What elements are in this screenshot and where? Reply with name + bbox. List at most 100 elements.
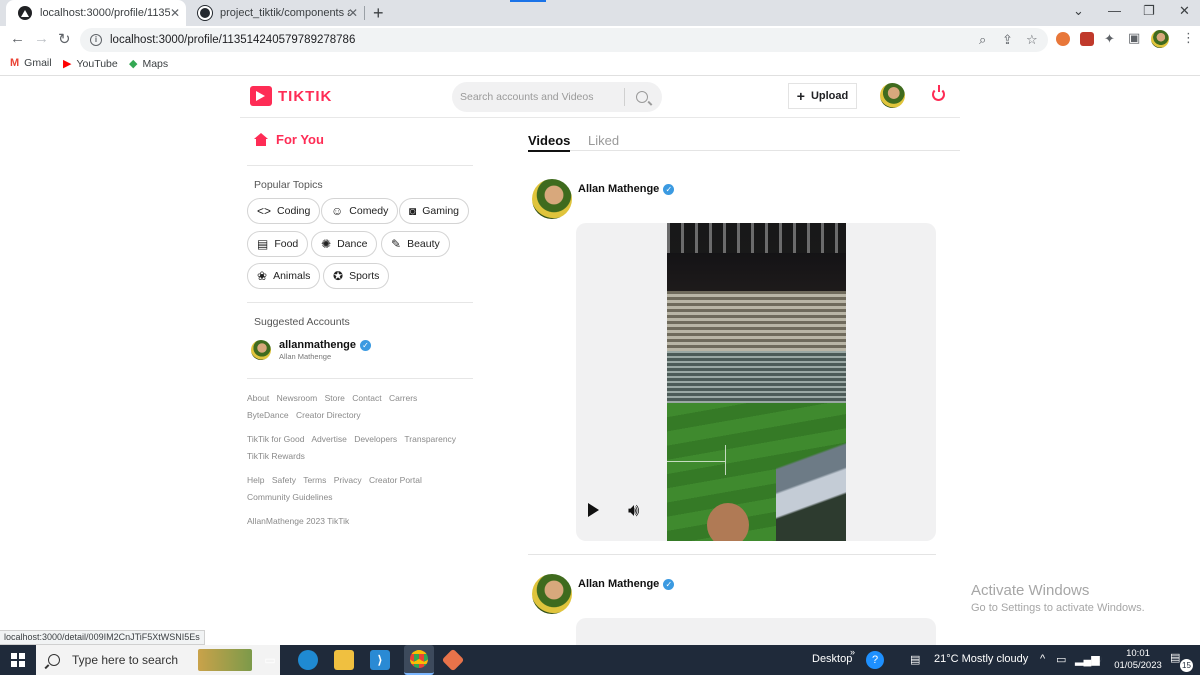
avatar[interactable]: [532, 574, 572, 614]
beauty-icon: ✎: [391, 237, 402, 251]
post-author[interactable]: Allan Mathenge: [578, 578, 659, 590]
footer-link[interactable]: Carrers: [389, 393, 417, 403]
bookmark-gmail[interactable]: M Gmail: [10, 57, 52, 69]
close-icon[interactable]: ✕: [170, 6, 180, 20]
extensions-puzzle-icon[interactable]: ✦: [1104, 31, 1115, 47]
topic-chip-dance[interactable]: ✺ Dance: [311, 231, 378, 257]
extension-icon[interactable]: [1080, 32, 1094, 46]
extension-icon[interactable]: [1056, 32, 1070, 46]
profile-avatar[interactable]: [1151, 30, 1169, 48]
desktop-toolbar-label[interactable]: Desktop: [812, 653, 852, 665]
weather-text[interactable]: 21°C Mostly cloudy: [934, 653, 1028, 665]
topic-label: Dance: [337, 238, 368, 250]
site-info-icon[interactable]: i: [90, 34, 102, 46]
footer-link[interactable]: Privacy: [334, 475, 362, 485]
close-icon[interactable]: ✕: [348, 6, 358, 20]
tab-liked[interactable]: Liked: [588, 133, 619, 148]
footer-link[interactable]: TikTik Rewards: [247, 451, 305, 461]
footer-link[interactable]: About: [247, 393, 269, 403]
pitch-line: [667, 461, 725, 462]
back-icon[interactable]: ←: [10, 30, 25, 47]
footer-link[interactable]: Transparency: [404, 434, 456, 444]
topic-chip-beauty[interactable]: ✎ Beauty: [381, 231, 450, 257]
edge-icon[interactable]: [298, 650, 318, 670]
play-icon[interactable]: [588, 503, 599, 517]
taskbar-search-placeholder: Type here to search: [72, 653, 179, 667]
footer-link[interactable]: Terms: [303, 475, 326, 485]
verified-icon: ✓: [663, 183, 675, 195]
zoom-icon[interactable]: ⌕: [979, 32, 986, 48]
upload-button[interactable]: + Upload: [788, 83, 857, 109]
topic-chip-gaming[interactable]: ◙ Gaming: [399, 198, 470, 224]
file-explorer-icon[interactable]: [334, 650, 354, 670]
chevron-icon[interactable]: »: [850, 647, 855, 657]
post-author[interactable]: Allan Mathenge: [578, 183, 659, 195]
activate-windows-watermark: Activate Windows Go to Settings to activ…: [971, 582, 1145, 614]
footer-link[interactable]: TikTik for Good: [247, 434, 304, 444]
topic-chip-sports[interactable]: ✪ Sports: [323, 263, 390, 289]
search-input[interactable]: [460, 91, 624, 103]
search-icon[interactable]: [636, 91, 648, 103]
share-icon[interactable]: ⇪: [1002, 32, 1013, 48]
topic-chip-food[interactable]: ▤ Food: [247, 231, 309, 257]
footer-link[interactable]: Advertise: [311, 434, 346, 444]
reload-icon[interactable]: ↻: [58, 30, 71, 48]
footer-link[interactable]: ByteDance: [247, 410, 289, 420]
tray-chevron-icon[interactable]: ^: [1040, 653, 1045, 665]
window-close-icon[interactable]: ✕: [1179, 3, 1190, 19]
vscode-icon[interactable]: ⟩: [370, 650, 390, 670]
suggested-username-row: allanmathenge ✓: [279, 339, 372, 351]
help-icon[interactable]: ?: [866, 651, 884, 669]
bookmark-youtube[interactable]: ▶ YouTube: [63, 57, 118, 71]
bookmark-maps[interactable]: ◆ Maps: [129, 57, 168, 71]
topic-chip-comedy[interactable]: ☺ Comedy: [321, 198, 399, 224]
user-avatar[interactable]: [880, 83, 905, 108]
tab-videos[interactable]: Videos: [528, 133, 571, 152]
tab-search-icon[interactable]: ⌄: [1073, 3, 1084, 19]
menu-kebab-icon[interactable]: ⋮: [1182, 30, 1195, 46]
task-view-icon[interactable]: ▭: [260, 650, 280, 670]
home-icon: [254, 133, 268, 146]
chrome-icon[interactable]: [404, 645, 434, 675]
volume-tray-icon[interactable]: ◐: [1096, 653, 1103, 665]
video-player[interactable]: [667, 223, 846, 541]
side-panel-icon[interactable]: ▣: [1128, 30, 1140, 46]
footer-link[interactable]: Developers: [354, 434, 397, 444]
footer-link[interactable]: Newsroom: [277, 393, 318, 403]
avatar[interactable]: [532, 179, 572, 219]
footer-link[interactable]: Help: [247, 475, 264, 485]
minimize-icon[interactable]: —: [1108, 3, 1121, 18]
notifications-icon[interactable]: ▤: [1170, 651, 1180, 664]
footer-link[interactable]: Safety: [272, 475, 296, 485]
verified-icon: ✓: [360, 339, 372, 351]
logout-icon[interactable]: [932, 85, 945, 101]
volume-icon[interactable]: 🔊︎: [628, 500, 639, 521]
footer-link[interactable]: Store: [325, 393, 345, 403]
taskbar-search[interactable]: Type here to search: [36, 645, 280, 675]
topic-chip-coding[interactable]: <> Coding: [247, 198, 321, 224]
for-you-label: For You: [276, 132, 324, 147]
windows-start-icon[interactable]: [11, 653, 25, 667]
topic-chip-animals[interactable]: ❀ Animals: [247, 263, 321, 289]
code-icon: <>: [257, 204, 272, 218]
new-tab-icon[interactable]: +: [373, 3, 384, 24]
restore-icon[interactable]: ❐: [1143, 3, 1155, 19]
tray-app-icon[interactable]: ▭: [1056, 653, 1066, 666]
browser-tab-profile[interactable]: localhost:3000/profile/1135142405 ✕: [6, 0, 186, 26]
browser-tab-github[interactable]: project_tiktik/components at ma ✕: [186, 0, 364, 26]
footer-link[interactable]: Contact: [352, 393, 381, 403]
clock[interactable]: 10:01 01/05/2023: [1112, 648, 1164, 672]
footer-link[interactable]: Creator Portal: [369, 475, 422, 485]
footer-link[interactable]: Creator Directory: [296, 410, 361, 420]
bookmark-star-icon[interactable]: ☆: [1026, 32, 1038, 48]
tiktik-logo[interactable]: TIKTIK: [250, 86, 332, 106]
address-bar[interactable]: i localhost:3000/profile/113514240579789…: [80, 28, 1048, 52]
verified-icon: ✓: [663, 578, 675, 590]
sidebar-item-for-you[interactable]: For You: [254, 132, 324, 147]
forward-icon[interactable]: →: [34, 30, 49, 47]
footer-link[interactable]: Community Guidelines: [247, 492, 333, 502]
search-divider: [624, 88, 625, 106]
git-kraken-icon[interactable]: [441, 648, 465, 672]
address-url[interactable]: localhost:3000/profile/11351424057978927…: [110, 34, 355, 46]
suggested-account[interactable]: allanmathenge ✓ Allan Mathenge: [251, 339, 372, 361]
